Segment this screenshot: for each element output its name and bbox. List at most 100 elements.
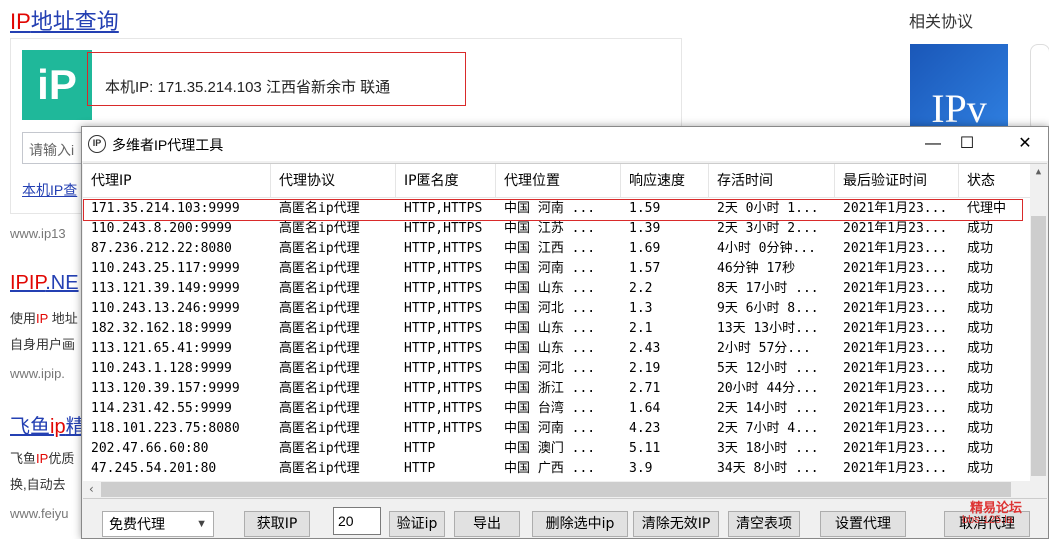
table-cell: 2021年1月23... bbox=[843, 401, 948, 416]
column-header[interactable]: 响应速度 bbox=[621, 164, 709, 198]
table-row[interactable]: 110.243.25.117:9999 高匿名ip代理 HTTP,HTTPS 中国 河… bbox=[83, 259, 1031, 279]
table-cell: HTTP,HTTPS bbox=[404, 421, 483, 436]
table-cell: 高匿名ip代理 bbox=[279, 201, 360, 216]
table-row[interactable]: 110.243.8.200:9999 高匿名ip代理 HTTP,HTTPS 中国 江苏… bbox=[83, 219, 1031, 239]
result-title-ipip[interactable]: IPIP.NE bbox=[10, 272, 79, 295]
table-cell: HTTP,HTTPS bbox=[404, 341, 483, 356]
verify-ip-button[interactable]: 验证ip bbox=[389, 511, 445, 537]
column-header[interactable]: 代理位置 bbox=[496, 164, 621, 198]
table-cell: 202.47.66.60:80 bbox=[91, 441, 209, 456]
table-cell: HTTP,HTTPS bbox=[404, 381, 483, 396]
table-cell: 1.39 bbox=[629, 221, 661, 236]
table-cell: 中国 山东 ... bbox=[504, 341, 596, 356]
result-title-feiyu[interactable]: 飞鱼ip精 bbox=[10, 410, 86, 439]
horizontal-scrollbar[interactable]: ‹ bbox=[83, 481, 1047, 498]
table-cell: 中国 澳门 ... bbox=[504, 441, 596, 456]
chevron-down-icon: ▼ bbox=[196, 518, 207, 530]
table-cell: 1.69 bbox=[629, 241, 661, 256]
export-button[interactable]: 导出 bbox=[454, 511, 520, 537]
scroll-left-icon[interactable]: ‹ bbox=[83, 481, 100, 498]
ip-search-input[interactable]: 请输入i bbox=[22, 132, 82, 164]
table-cell: 高匿名ip代理 bbox=[279, 301, 360, 316]
table-cell: 2.71 bbox=[629, 381, 661, 396]
vertical-scrollbar[interactable]: ▲ bbox=[1030, 164, 1047, 482]
result-url-1: www.ip13 bbox=[10, 226, 66, 241]
table-cell: 中国 台湾 ... bbox=[504, 401, 596, 416]
local-ip-link[interactable]: 本机IP查 bbox=[22, 180, 77, 200]
related-protocols-label: 相关协议 bbox=[909, 14, 974, 31]
table-cell: 118.101.223.75:8080 bbox=[91, 421, 240, 436]
clear-table-button[interactable]: 清空表项 bbox=[728, 511, 800, 537]
table-cell: 114.231.42.55:9999 bbox=[91, 401, 232, 416]
table-row[interactable]: 202.47.66.60:80 高匿名ip代理 HTTP 中国 澳门 ... 5.11 3… bbox=[83, 439, 1031, 459]
table-cell: 113.121.65.41:9999 bbox=[91, 341, 232, 356]
maximize-button[interactable]: ☐ bbox=[944, 127, 990, 161]
table-cell: 中国 河北 ... bbox=[504, 361, 596, 376]
table-cell: 5.11 bbox=[629, 441, 661, 456]
table-cell: 2021年1月23... bbox=[843, 321, 948, 336]
table-row[interactable]: 182.32.162.18:9999 高匿名ip代理 HTTP,HTTPS 中国 山东… bbox=[83, 319, 1031, 339]
table-cell: 34天 8小时 ... bbox=[717, 461, 819, 476]
table-cell: 成功 bbox=[967, 301, 994, 316]
fetch-count-input[interactable]: 20 bbox=[333, 507, 381, 535]
table-cell: 47.245.54.201:80 bbox=[91, 461, 217, 476]
table-cell: 中国 山东 ... bbox=[504, 321, 596, 336]
close-button[interactable]: ✕ bbox=[1002, 127, 1048, 161]
table-cell: 成功 bbox=[967, 221, 994, 236]
table-row[interactable]: 110.243.13.246:9999 高匿名ip代理 HTTP,HTTPS 中国 河… bbox=[83, 299, 1031, 319]
column-header[interactable]: 最后验证时间 bbox=[835, 164, 959, 198]
table-cell: 2小时 57分... bbox=[717, 341, 811, 356]
proxy-type-select[interactable]: 免费代理 ▼ bbox=[102, 511, 214, 537]
result-title-ip-lookup[interactable]: IP地址查询 bbox=[10, 4, 119, 36]
table-cell: 2.1 bbox=[629, 321, 653, 336]
table-row[interactable]: 113.121.65.41:9999 高匿名ip代理 HTTP,HTTPS 中国 山东… bbox=[83, 339, 1031, 359]
table-cell: HTTP,HTTPS bbox=[404, 261, 483, 276]
column-header[interactable]: 代理协议 bbox=[271, 164, 396, 198]
related-image-2[interactable] bbox=[1030, 44, 1049, 132]
set-proxy-button[interactable]: 设置代理 bbox=[820, 511, 906, 537]
clear-invalid-button[interactable]: 清除无效IP bbox=[633, 511, 719, 537]
desc-highlight: IP bbox=[36, 451, 49, 466]
table-cell: 182.32.162.18:9999 bbox=[91, 321, 232, 336]
table-cell: 4小时 0分钟... bbox=[717, 241, 816, 256]
table-cell: 2.2 bbox=[629, 281, 653, 296]
table-cell: HTTP,HTTPS bbox=[404, 321, 483, 336]
ipv-image[interactable]: IPv bbox=[910, 44, 1008, 132]
table-row[interactable]: 87.236.212.22:8080 高匿名ip代理 HTTP,HTTPS 中国 江西… bbox=[83, 239, 1031, 259]
desc-highlight: IP bbox=[36, 311, 49, 326]
scroll-up-icon[interactable]: ▲ bbox=[1030, 164, 1047, 181]
table-cell: 1.64 bbox=[629, 401, 661, 416]
proxy-list[interactable]: 代理IP 代理协议 IP匿名度 代理位置 响应速度 存活时间 最后验证时间 状态 171.35… bbox=[83, 163, 1047, 499]
table-row[interactable]: 110.243.1.128:9999 高匿名ip代理 HTTP,HTTPS 中国 河北… bbox=[83, 359, 1031, 379]
column-header[interactable]: 存活时间 bbox=[709, 164, 835, 198]
table-cell: 2021年1月23... bbox=[843, 421, 948, 436]
result-desc-2-line1: 使用IP 地址 bbox=[10, 308, 78, 327]
title-highlight: IP bbox=[10, 9, 31, 34]
table-row[interactable]: 171.35.214.103:9999 高匿名ip代理 HTTP,HTTPS 中国 河… bbox=[83, 199, 1031, 219]
table-cell: HTTP,HTTPS bbox=[404, 221, 483, 236]
table-row[interactable]: 113.120.39.157:9999 高匿名ip代理 HTTP,HTTPS 中国 浙… bbox=[83, 379, 1031, 399]
column-header[interactable]: IP匿名度 bbox=[396, 164, 496, 198]
list-rows: 171.35.214.103:9999 高匿名ip代理 HTTP,HTTPS 中国 河… bbox=[83, 199, 1031, 479]
ipip-rest: .NE bbox=[45, 272, 79, 294]
result-url-3: www.feiyu bbox=[10, 506, 69, 521]
vertical-scroll-thumb[interactable] bbox=[1031, 216, 1046, 476]
fetch-ip-button[interactable]: 获取IP bbox=[244, 511, 310, 537]
table-row[interactable]: 47.245.54.201:80 高匿名ip代理 HTTP 中国 广西 ... 3.9 3… bbox=[83, 459, 1031, 479]
table-cell: 成功 bbox=[967, 441, 994, 456]
table-row[interactable]: 114.231.42.55:9999 高匿名ip代理 HTTP,HTTPS 中国 台湾… bbox=[83, 399, 1031, 419]
desc-part: 地址 bbox=[48, 311, 78, 326]
table-cell: 2天 14小时 ... bbox=[717, 401, 819, 416]
table-cell: 成功 bbox=[967, 261, 994, 276]
column-header[interactable]: 代理IP bbox=[83, 164, 271, 198]
table-row[interactable]: 118.101.223.75:8080 高匿名ip代理 HTTP,HTTPS 中国 河… bbox=[83, 419, 1031, 439]
delete-selected-button[interactable]: 删除选中ip bbox=[532, 511, 628, 537]
table-cell: 2021年1月23... bbox=[843, 261, 948, 276]
title-bar[interactable]: IP 多维者IP代理工具 — ☐ ✕ bbox=[82, 127, 1048, 161]
table-cell: HTTP,HTTPS bbox=[404, 361, 483, 376]
table-cell: 中国 河北 ... bbox=[504, 301, 596, 316]
table-cell: 高匿名ip代理 bbox=[279, 421, 360, 436]
table-row[interactable]: 113.121.39.149:9999 高匿名ip代理 HTTP,HTTPS 中国 山… bbox=[83, 279, 1031, 299]
horizontal-scroll-thumb[interactable] bbox=[101, 482, 1011, 497]
column-header[interactable]: 状态 bbox=[959, 164, 1031, 198]
